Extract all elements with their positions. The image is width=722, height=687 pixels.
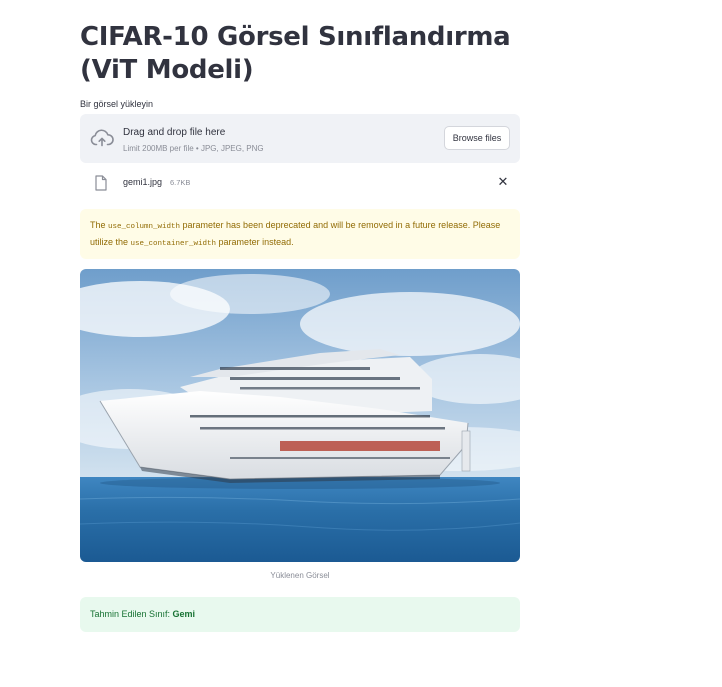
uploaded-image [80,269,520,562]
uploaded-file-size: 6.7KB [170,178,191,187]
uploaded-file-name: gemi1.jpg [123,177,163,187]
close-icon[interactable]: ✕ [496,174,510,190]
dropzone-limit: Limit 200MB per file • JPG, JPEG, PNG [123,144,264,153]
file-dropzone[interactable]: Drag and drop file here Limit 200MB per … [80,114,520,163]
cloud-upload-icon [90,129,114,147]
image-caption: Yüklenen Görsel [270,571,330,580]
warning-text-3: parameter instead. [216,237,294,247]
app-root: CIFAR-10 Görsel Sınıflandırma (ViT Model… [0,0,722,687]
dropzone-title: Drag and drop file here [123,127,226,138]
deprecation-warning: The use_column_width parameter has been … [80,209,520,259]
uploader-label: Bir görsel yükleyin [80,99,154,109]
page-title: CIFAR-10 Görsel Sınıflandırma (ViT Model… [80,22,511,85]
browse-files-button[interactable]: Browse files [444,126,510,150]
dropzone-instructions: Drag and drop file here Limit 200MB per … [123,126,264,154]
main-content: CIFAR-10 Görsel Sınıflandırma (ViT Model… [80,0,520,632]
prediction-result: Tahmin Edilen Sınıf: Gemi [80,597,520,632]
uploaded-file-row: gemi1.jpg 6.7KB ✕ [80,163,520,203]
warning-code-2: use_container_width [130,240,217,248]
prediction-value: Gemi [172,609,196,619]
prediction-label: Tahmin Edilen Sınıf: [90,609,173,619]
warning-code-1: use_column_width [108,223,181,231]
warning-text-1: The [90,220,109,230]
file-icon [95,175,107,191]
